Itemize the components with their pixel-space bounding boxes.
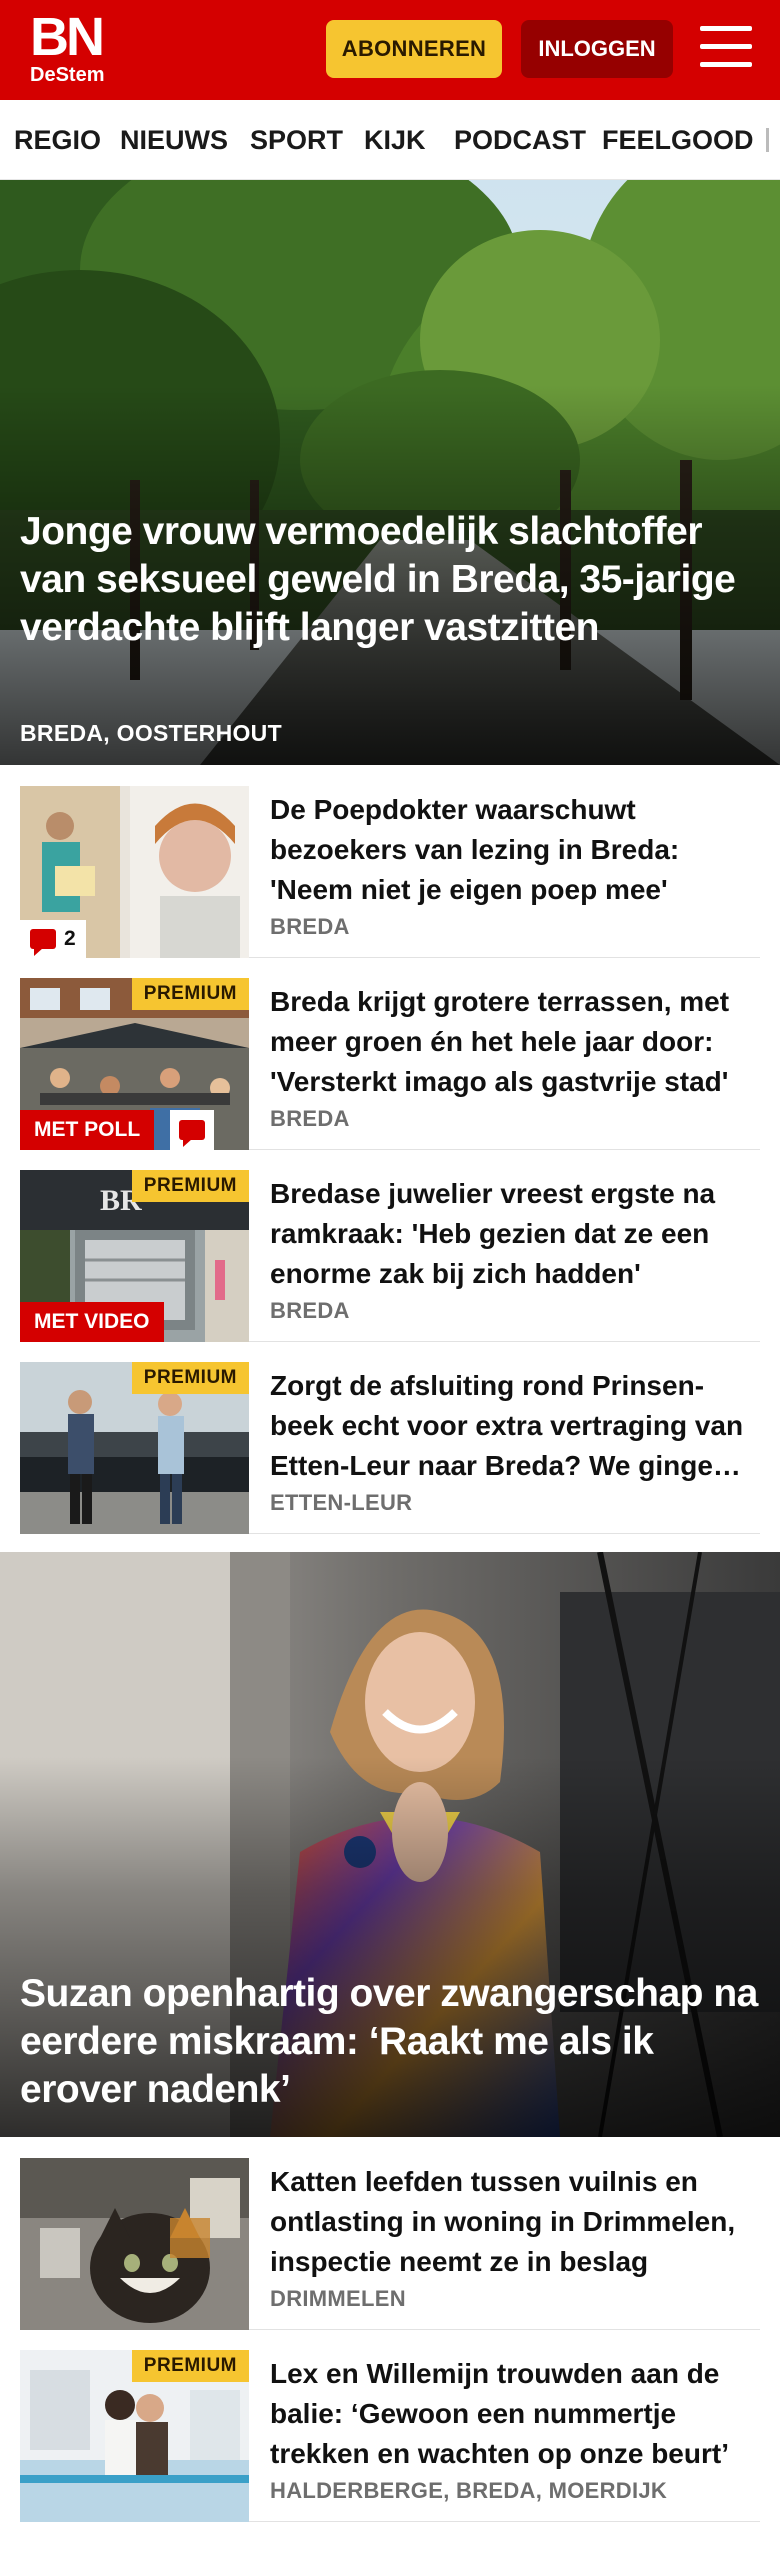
list-item[interactable]: PREMIUM MET POLL Breda krijgt grotere te… [20,978,760,1150]
hero-article[interactable]: Jonge vrouw vermoedelijk slachtoffer van… [0,180,780,765]
premium-badge: PREMIUM [131,2350,249,2382]
nav-item-podcast[interactable]: PODCAST [454,100,586,179]
section-nav: REGIO NIEUWS SPORT KIJK PODCAST FEELGOOD [0,100,780,180]
article-title[interactable]: Katten leefden tussen vuilnis en ontlast… [270,2162,756,2282]
site-logo[interactable]: BN DeStem [30,7,105,86]
hero-article[interactable]: Suzan openhartig over zwangerschap na ee… [0,1552,780,2137]
list-item[interactable]: BR PREMIUM MET VIDEO Bredase juwelier vr… [20,1170,760,1342]
article-location: DRIMMELEN [270,2286,406,2311]
video-badge: MET VIDEO [20,1302,164,1342]
article-thumbnail: PREMIUM [20,1362,249,1534]
article-location: BREDA [270,1106,350,1131]
list-item[interactable]: PREMIUM Zorgt de afsluiting rond Prinsen… [20,1362,760,1534]
comment-icon [179,1120,205,1147]
article-thumbnail [20,2158,249,2330]
premium-badge: PREMIUM [131,1362,249,1394]
hamburger-menu-icon[interactable] [700,26,752,70]
hero-title[interactable]: Jonge vrouw vermoedelijk slachtoffer van… [20,508,760,652]
comment-count: 2 [64,927,76,950]
premium-badge: PREMIUM [131,1170,249,1202]
article-title[interactable]: Zorgt de afsluiting rond Prinsen­beek ec… [270,1366,756,1486]
article-title[interactable]: De Poepdokter waarschuwt bezoekers van l… [270,790,756,910]
article-title[interactable]: Bredase juwelier vreest ergste na ramkra… [270,1174,756,1294]
article-thumbnail: BR PREMIUM MET VIDEO [20,1170,249,1342]
comment-count-badge: 2 [20,920,86,958]
article-thumbnail: 2 [20,786,249,958]
site-header: BN DeStem ABONNEREN INLOGGEN [0,0,780,100]
poll-badge: MET POLL [20,1110,155,1150]
nav-item-nieuws[interactable]: NIEUWS [120,100,228,179]
nav-item-kijk[interactable]: KIJK [364,100,426,179]
login-button[interactable]: INLOGGEN [521,20,673,78]
list-item[interactable]: PREMIUM Lex en Willemijn trouwden aan de… [20,2350,760,2522]
article-location: ETTEN-LEUR [270,1490,413,1515]
comment-icon [30,929,56,956]
logo-destem: DeStem [30,64,105,86]
hero-location: BREDA, OOSTERHOUT [20,720,282,746]
premium-badge: PREMIUM [131,978,249,1010]
article-title[interactable]: Lex en Willemijn trouwden aan de balie: … [270,2354,756,2474]
logo-bn: BN [30,7,105,67]
hero-title[interactable]: Suzan openhartig over zwangerschap na ee… [20,1970,760,2114]
nav-item-sport[interactable]: SPORT [250,100,343,179]
article-location: BREDA [270,914,350,939]
nav-overflow-indicator [766,128,769,152]
nav-item-regio[interactable]: REGIO [14,100,101,179]
comment-icon-box [170,1110,214,1150]
nav-item-feelgood[interactable]: FEELGOOD [602,100,754,179]
article-location: HALDERBERGE, BREDA, MOERDIJK [270,2478,668,2503]
article-thumbnail: PREMIUM [20,2350,249,2522]
article-thumbnail: PREMIUM MET POLL [20,978,249,1150]
list-item[interactable]: Katten leefden tussen vuilnis en ontlast… [20,2158,760,2330]
article-title[interactable]: Breda krijgt grotere terrassen, met meer… [270,982,756,1102]
article-location: BREDA [270,1298,350,1323]
list-item[interactable]: 2 De Poepdokter waarschuwt bezoekers van… [20,786,760,958]
subscribe-button[interactable]: ABONNEREN [326,20,502,78]
